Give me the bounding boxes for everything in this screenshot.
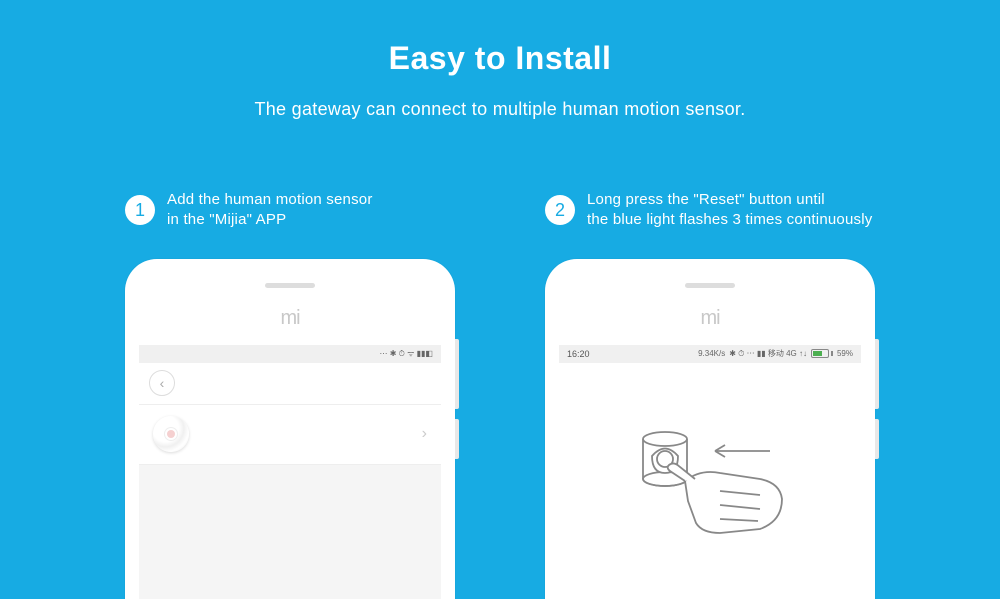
- step-2-text: Long press the "Reset" button until the …: [587, 190, 872, 231]
- phone-mockup-2: mi 16:20 9.34K/s ✱ ⏱ ⋯ ▮▮ 移动 4G ↑↓ 59%: [545, 259, 875, 599]
- press-reset-diagram: [610, 401, 810, 561]
- page-subtitle: The gateway can connect to multiple huma…: [0, 99, 1000, 120]
- status-indicators-1: ⋯ ✱ ⏱ ᯤ ▮▮◧: [379, 348, 433, 359]
- status-indicators-2: ✱ ⏱ ⋯ ▮▮ 移动 4G ↑↓: [729, 348, 807, 359]
- app-bar: ‹: [139, 363, 441, 405]
- phone-volume-button: [455, 339, 459, 409]
- phone-screen-2: 16:20 9.34K/s ✱ ⏱ ⋯ ▮▮ 移动 4G ↑↓ 59%: [559, 345, 861, 599]
- phone-speaker: [685, 283, 735, 288]
- page-title: Easy to Install: [0, 0, 1000, 77]
- status-time: 16:20: [567, 349, 590, 359]
- phone-power-button: [455, 419, 459, 459]
- step-1: 1 Add the human motion sensor in the "Mi…: [125, 190, 455, 599]
- phone-volume-button: [875, 339, 879, 409]
- phone-mockup-1: mi ⋯ ✱ ⏱ ᯤ ▮▮◧ ‹ ›: [125, 259, 455, 599]
- device-list-item[interactable]: ›: [139, 405, 441, 465]
- step-2: 2 Long press the "Reset" button until th…: [545, 190, 875, 599]
- phone-speaker: [265, 283, 315, 288]
- step-2-line2: the blue light flashes 3 times continuou…: [587, 211, 872, 228]
- step-1-header: 1 Add the human motion sensor in the "Mi…: [125, 190, 455, 231]
- phone-logo: mi: [280, 307, 299, 330]
- step-1-line1: Add the human motion sensor: [167, 191, 373, 208]
- steps-container: 1 Add the human motion sensor in the "Mi…: [0, 190, 1000, 599]
- back-button[interactable]: ‹: [149, 370, 175, 396]
- motion-sensor-icon: [153, 416, 189, 452]
- back-icon: ‹: [160, 375, 165, 391]
- step-1-line2: in the "Mijia" APP: [167, 211, 286, 228]
- status-speed: 9.34K/s: [698, 349, 725, 358]
- statusbar-2: 16:20 9.34K/s ✱ ⏱ ⋯ ▮▮ 移动 4G ↑↓ 59%: [559, 345, 861, 363]
- reset-instruction-area: [559, 363, 861, 599]
- step-2-line1: Long press the "Reset" button until: [587, 191, 825, 208]
- battery-icon: [811, 349, 833, 358]
- step-1-text: Add the human motion sensor in the "Miji…: [167, 190, 373, 231]
- phone-power-button: [875, 419, 879, 459]
- chevron-right-icon: ›: [422, 425, 427, 443]
- battery-percentage: 59%: [837, 349, 853, 358]
- phone-logo: mi: [700, 307, 719, 330]
- phone-screen-1: ⋯ ✱ ⏱ ᯤ ▮▮◧ ‹ ›: [139, 345, 441, 599]
- step-1-badge: 1: [125, 195, 155, 225]
- status-right-cluster: 9.34K/s ✱ ⏱ ⋯ ▮▮ 移动 4G ↑↓ 59%: [698, 348, 853, 359]
- step-2-header: 2 Long press the "Reset" button until th…: [545, 190, 875, 231]
- step-2-badge: 2: [545, 195, 575, 225]
- statusbar-1: ⋯ ✱ ⏱ ᯤ ▮▮◧: [139, 345, 441, 363]
